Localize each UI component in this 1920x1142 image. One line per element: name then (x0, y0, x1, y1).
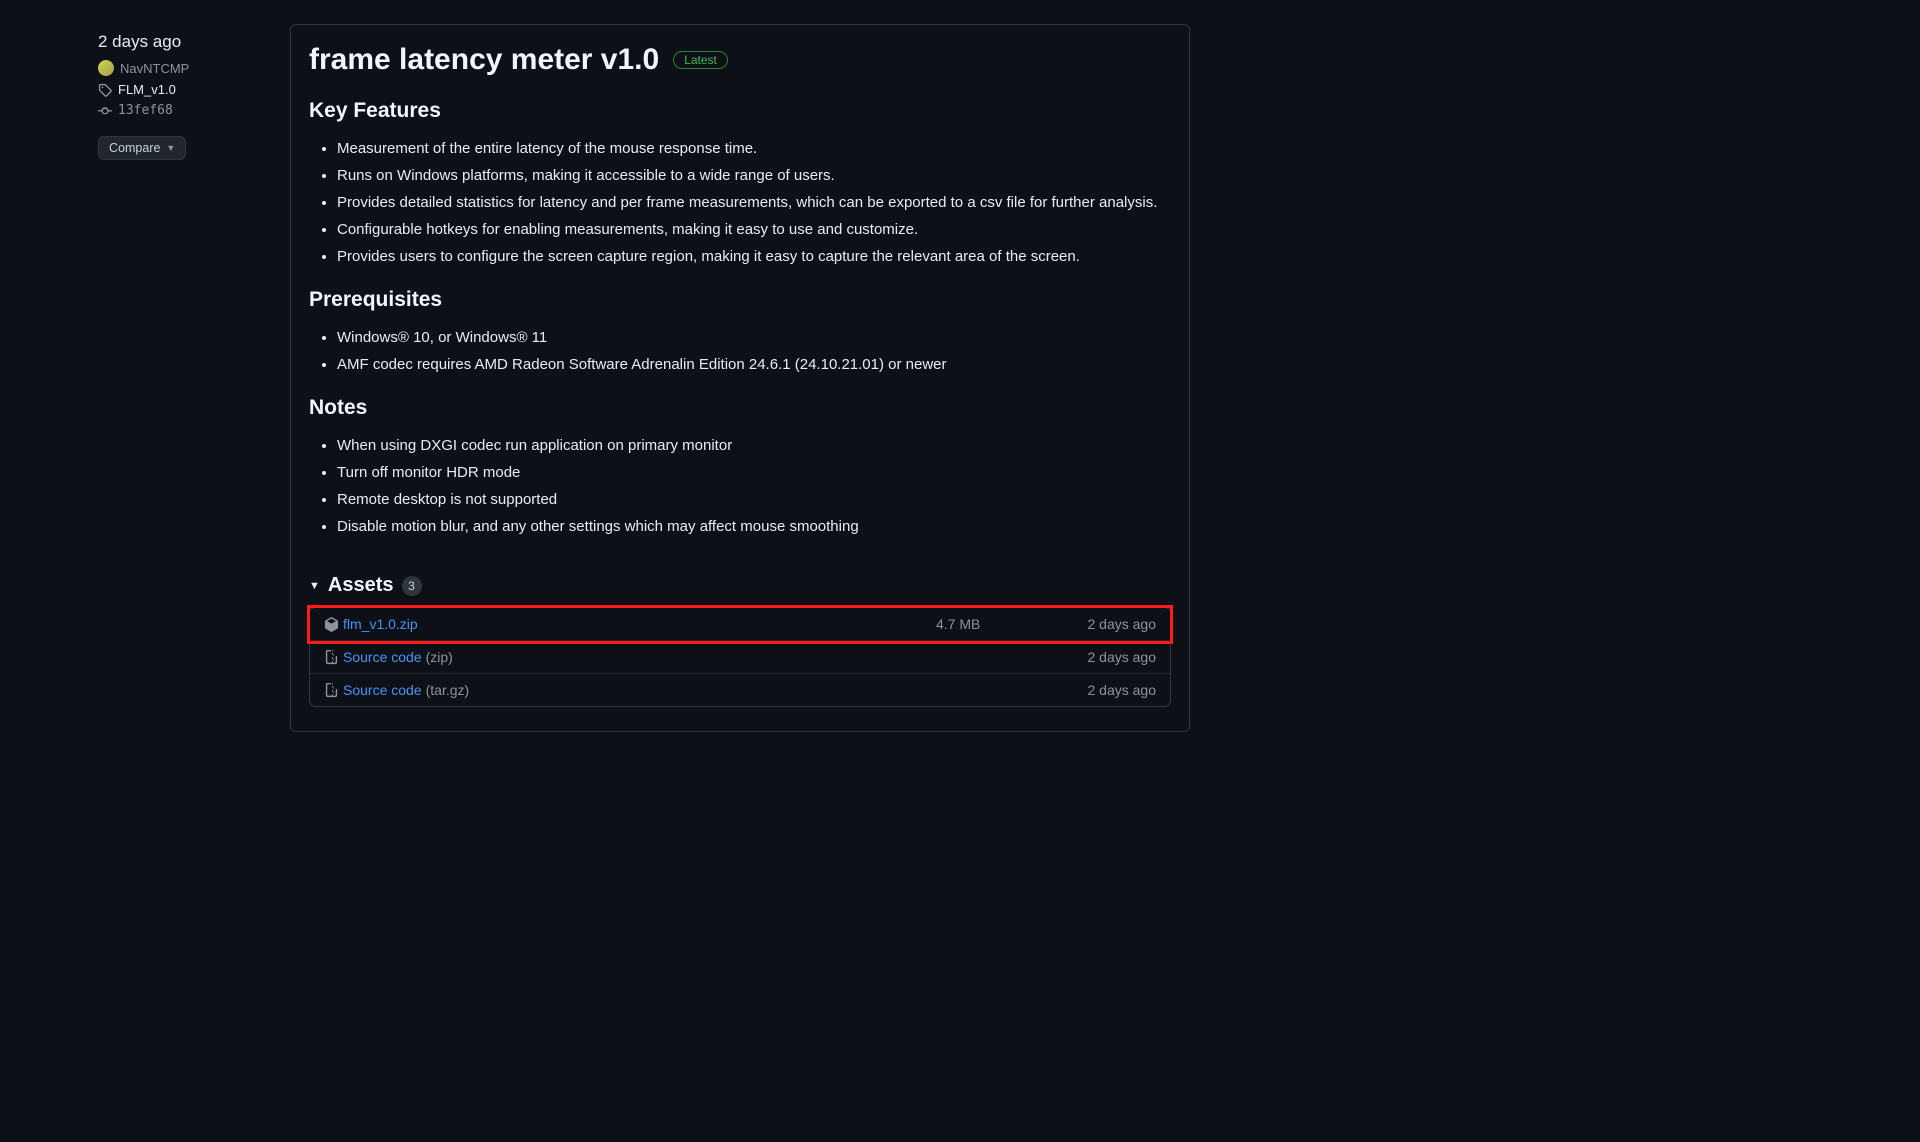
author-row[interactable]: NavNTCMP (98, 60, 210, 76)
compare-button[interactable]: Compare ▼ (98, 136, 186, 160)
list-item: When using DXGI codec run application on… (337, 432, 1171, 459)
release-panel: frame latency meter v1.0 Latest Key Feat… (290, 24, 1190, 732)
list-item: Configurable hotkeys for enabling measur… (337, 216, 1171, 243)
compare-label: Compare (109, 141, 160, 155)
notes-list: When using DXGI codec run application on… (309, 432, 1171, 540)
list-item: Runs on Windows platforms, making it acc… (337, 162, 1171, 189)
asset-name: flm_v1.0.zip (343, 616, 936, 632)
asset-date: 2 days ago (1066, 682, 1156, 698)
asset-name: Source code(zip) (343, 649, 936, 665)
file-zip-icon (324, 650, 339, 665)
list-item: Provides users to configure the screen c… (337, 243, 1171, 270)
list-item: Provides detailed statistics for latency… (337, 189, 1171, 216)
package-icon (324, 617, 339, 632)
tag-icon (98, 83, 112, 97)
assets-heading: Assets (328, 574, 394, 597)
caret-down-icon: ▼ (309, 580, 320, 592)
commit-icon (98, 104, 112, 118)
list-item: Turn off monitor HDR mode (337, 459, 1171, 486)
list-item: Disable motion blur, and any other setti… (337, 513, 1171, 540)
release-date: 2 days ago (98, 32, 210, 52)
prereq-list: Windows® 10, or Windows® 11 AMF codec re… (309, 324, 1171, 378)
list-item: Measurement of the entire latency of the… (337, 135, 1171, 162)
list-item: Remote desktop is not supported (337, 486, 1171, 513)
notes-heading: Notes (309, 396, 1171, 420)
release-body: Key Features Measurement of the entire l… (309, 99, 1171, 540)
chevron-down-icon: ▼ (166, 143, 175, 153)
release-sidebar: 2 days ago NavNTCMP FLM_v1.0 13fef68 Com… (0, 24, 210, 732)
features-list: Measurement of the entire latency of the… (309, 135, 1171, 270)
assets-count: 3 (402, 576, 422, 596)
assets-list: flm_v1.0.zip 4.7 MB 2 days ago Source co… (309, 607, 1171, 707)
commit-row[interactable]: 13fef68 (98, 103, 210, 118)
asset-date: 2 days ago (1066, 649, 1156, 665)
list-item: AMF codec requires AMD Radeon Software A… (337, 351, 1171, 378)
asset-row[interactable]: Source code(tar.gz) 2 days ago (310, 674, 1170, 706)
prereq-heading: Prerequisites (309, 288, 1171, 312)
commit-sha: 13fef68 (118, 103, 173, 118)
latest-badge: Latest (673, 51, 728, 69)
list-item: Windows® 10, or Windows® 11 (337, 324, 1171, 351)
author-name: NavNTCMP (120, 61, 189, 76)
avatar (98, 60, 114, 76)
asset-row[interactable]: flm_v1.0.zip 4.7 MB 2 days ago (310, 608, 1170, 641)
tag-row[interactable]: FLM_v1.0 (98, 82, 210, 97)
tag-name: FLM_v1.0 (118, 82, 176, 97)
asset-size: 4.7 MB (936, 616, 1066, 632)
file-zip-icon (324, 683, 339, 698)
asset-name: Source code(tar.gz) (343, 682, 936, 698)
asset-date: 2 days ago (1066, 616, 1156, 632)
features-heading: Key Features (309, 99, 1171, 123)
assets-header[interactable]: ▼ Assets 3 (309, 574, 1171, 597)
release-title: frame latency meter v1.0 (309, 43, 659, 77)
asset-row[interactable]: Source code(zip) 2 days ago (310, 641, 1170, 674)
